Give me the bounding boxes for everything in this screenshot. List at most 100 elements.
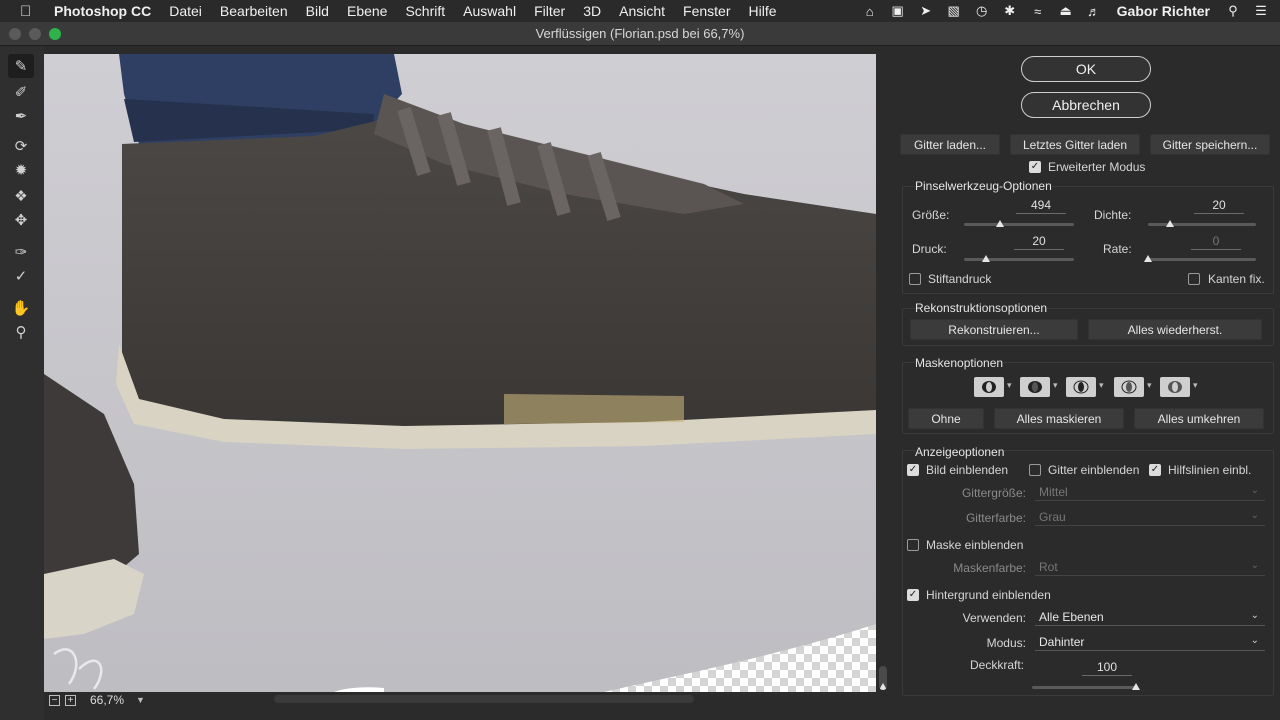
invert-selection-icon[interactable] [1160,377,1190,397]
mask-option-dropdown-icon[interactable]: ▾ [1053,380,1058,391]
home-icon[interactable]: ⌂ [861,4,879,19]
wifi-icon[interactable]: ≈ [1029,4,1047,19]
close-window-button[interactable] [9,28,21,40]
load-mesh-button[interactable]: Gitter laden... [900,134,1000,155]
pin-edges-checkbox[interactable] [1188,273,1200,285]
notification-list-icon[interactable]: ☰ [1252,3,1270,19]
twirl-tool-icon[interactable]: ⟳ [8,134,34,158]
volume-icon[interactable]: ♬ [1085,4,1103,19]
show-mask-checkbox[interactable] [907,539,919,551]
image-canvas[interactable] [44,54,876,692]
send-icon[interactable]: ➤ [917,3,935,19]
opacity-slider-track[interactable] [1032,686,1136,689]
menu-fenster[interactable]: Fenster [683,3,730,19]
add-to-selection-icon[interactable] [1020,377,1050,397]
load-last-mesh-button[interactable]: Letztes Gitter laden [1010,134,1140,155]
menu-filter[interactable]: Filter [534,3,565,19]
size-slider-track[interactable] [964,223,1074,226]
show-guides-checkbox[interactable]: ✓ [1149,464,1161,476]
ok-button[interactable]: OK [1021,56,1151,82]
density-slider-track[interactable] [1148,223,1256,226]
pressure-slider-thumb[interactable] [982,255,990,262]
invert-all-button[interactable]: Alles umkehren [1134,408,1264,429]
reconstruct-button[interactable]: Rekonstruieren... [910,319,1078,340]
menu-bearbeiten[interactable]: Bearbeiten [220,3,288,19]
bluetooth-icon[interactable]: ✱ [1001,3,1019,19]
bloat-tool-icon[interactable]: ❖ [8,184,34,208]
rate-field[interactable]: 0 [1191,234,1241,250]
vertical-scroll-thumb[interactable] [879,666,887,690]
advanced-mode-checkbox[interactable]: ✓ [1029,161,1041,173]
push-left-tool-icon[interactable]: ✥ [8,208,34,232]
mask-option-dropdown-icon[interactable]: ▾ [1099,380,1104,391]
mode-select[interactable]: Dahinter ⌄ [1035,633,1265,651]
menu-bild[interactable]: Bild [306,3,329,19]
mask-none-button[interactable]: Ohne [908,408,984,429]
status-area: ⌂ ▣ ➤ ▧ ◷ ✱ ≈ ⏏ ♬ Gabor Richter ⚲ ☰ [861,0,1270,22]
menu-ansicht[interactable]: Ansicht [619,3,665,19]
zoom-out-button[interactable]: − [49,694,60,706]
battery-icon[interactable]: ▧ [945,3,963,19]
reconstruct-tool-icon[interactable]: ✐ [8,80,34,104]
rate-slider-thumb[interactable] [1144,255,1152,262]
menu-auswahl[interactable]: Auswahl [463,3,516,19]
window-title: Verflüssigen (Florian.psd bei 66,7%) [535,26,745,41]
menu-schrift[interactable]: Schrift [405,3,445,19]
zoom-in-button[interactable]: + [65,694,76,706]
subtract-from-selection-icon[interactable] [1066,377,1096,397]
eject-icon[interactable]: ⏏ [1057,3,1075,19]
horizontal-scroll-thumb[interactable] [274,695,694,703]
restore-all-button[interactable]: Alles wiederherst. [1088,319,1262,340]
vertical-scrollbar[interactable] [876,54,890,692]
time-machine-icon[interactable]: ◷ [973,3,991,19]
mask-option-dropdown-icon[interactable]: ▾ [1147,380,1152,391]
show-mesh-checkbox[interactable] [1029,464,1041,476]
use-select[interactable]: Alle Ebenen ⌄ [1035,608,1265,626]
mask-all-button[interactable]: Alles maskieren [994,408,1124,429]
mask-option-dropdown-icon[interactable]: ▾ [1007,380,1012,391]
menu-hilfe[interactable]: Hilfe [749,3,777,19]
thaw-mask-tool-icon[interactable]: ✓ [8,264,34,288]
zoom-tool-icon[interactable]: ⚲ [8,320,34,344]
menu-3d[interactable]: 3D [583,3,601,19]
size-slider-thumb[interactable] [996,220,1005,227]
menu-ebene[interactable]: Ebene [347,3,387,19]
intersect-selection-icon[interactable] [1114,377,1144,397]
zoom-dropdown-icon[interactable]: ▼ [136,695,145,705]
mask-color-label: Maskenfarbe: [953,561,1026,575]
show-backdrop-checkbox[interactable]: ✓ [907,589,919,601]
photo-icon[interactable]: ▣ [889,3,907,19]
show-image-checkbox[interactable]: ✓ [907,464,919,476]
apple-icon[interactable]:  [20,3,38,20]
zoom-level[interactable]: 66,7% [90,693,124,707]
opacity-label: Deckkraft: [970,658,1025,672]
minimize-window-button[interactable] [29,28,41,40]
cancel-button[interactable]: Abbrechen [1021,92,1151,118]
search-icon[interactable]: ⚲ [1224,3,1242,19]
hand-tool-icon[interactable]: ✋ [8,296,34,320]
pressure-field[interactable]: 20 [1014,234,1064,250]
size-field[interactable]: 494 [1016,198,1066,214]
mask-color-select[interactable]: Rot ⌄ [1035,558,1265,576]
mask-option-dropdown-icon[interactable]: ▾ [1193,380,1198,391]
replace-selection-icon[interactable] [974,377,1004,397]
pressure-slider-track[interactable] [964,258,1074,261]
rate-slider-track[interactable] [1148,258,1256,261]
pucker-tool-icon[interactable]: ✹ [8,158,34,182]
app-menu[interactable]: Photoshop CC [54,3,151,19]
opacity-field[interactable]: 100 [1082,660,1132,676]
density-slider-thumb[interactable] [1165,220,1174,227]
user-name[interactable]: Gabor Richter [1117,3,1210,19]
zoom-window-button[interactable] [49,28,61,40]
forward-warp-tool-icon[interactable]: ✎ [8,54,34,78]
freeze-mask-tool-icon[interactable]: ✑ [8,240,34,264]
save-mesh-button[interactable]: Gitter speichern... [1150,134,1270,155]
show-image-label: Bild einblenden [926,463,1009,477]
mesh-color-select[interactable]: Grau ⌄ [1035,508,1265,526]
mesh-size-select[interactable]: Mittel ⌄ [1035,483,1265,501]
density-field[interactable]: 20 [1194,198,1244,214]
smooth-tool-icon[interactable]: ✒ [8,104,34,128]
stylus-pressure-checkbox[interactable] [909,273,921,285]
opacity-slider-thumb[interactable] [1132,683,1140,690]
menu-datei[interactable]: Datei [169,3,202,19]
